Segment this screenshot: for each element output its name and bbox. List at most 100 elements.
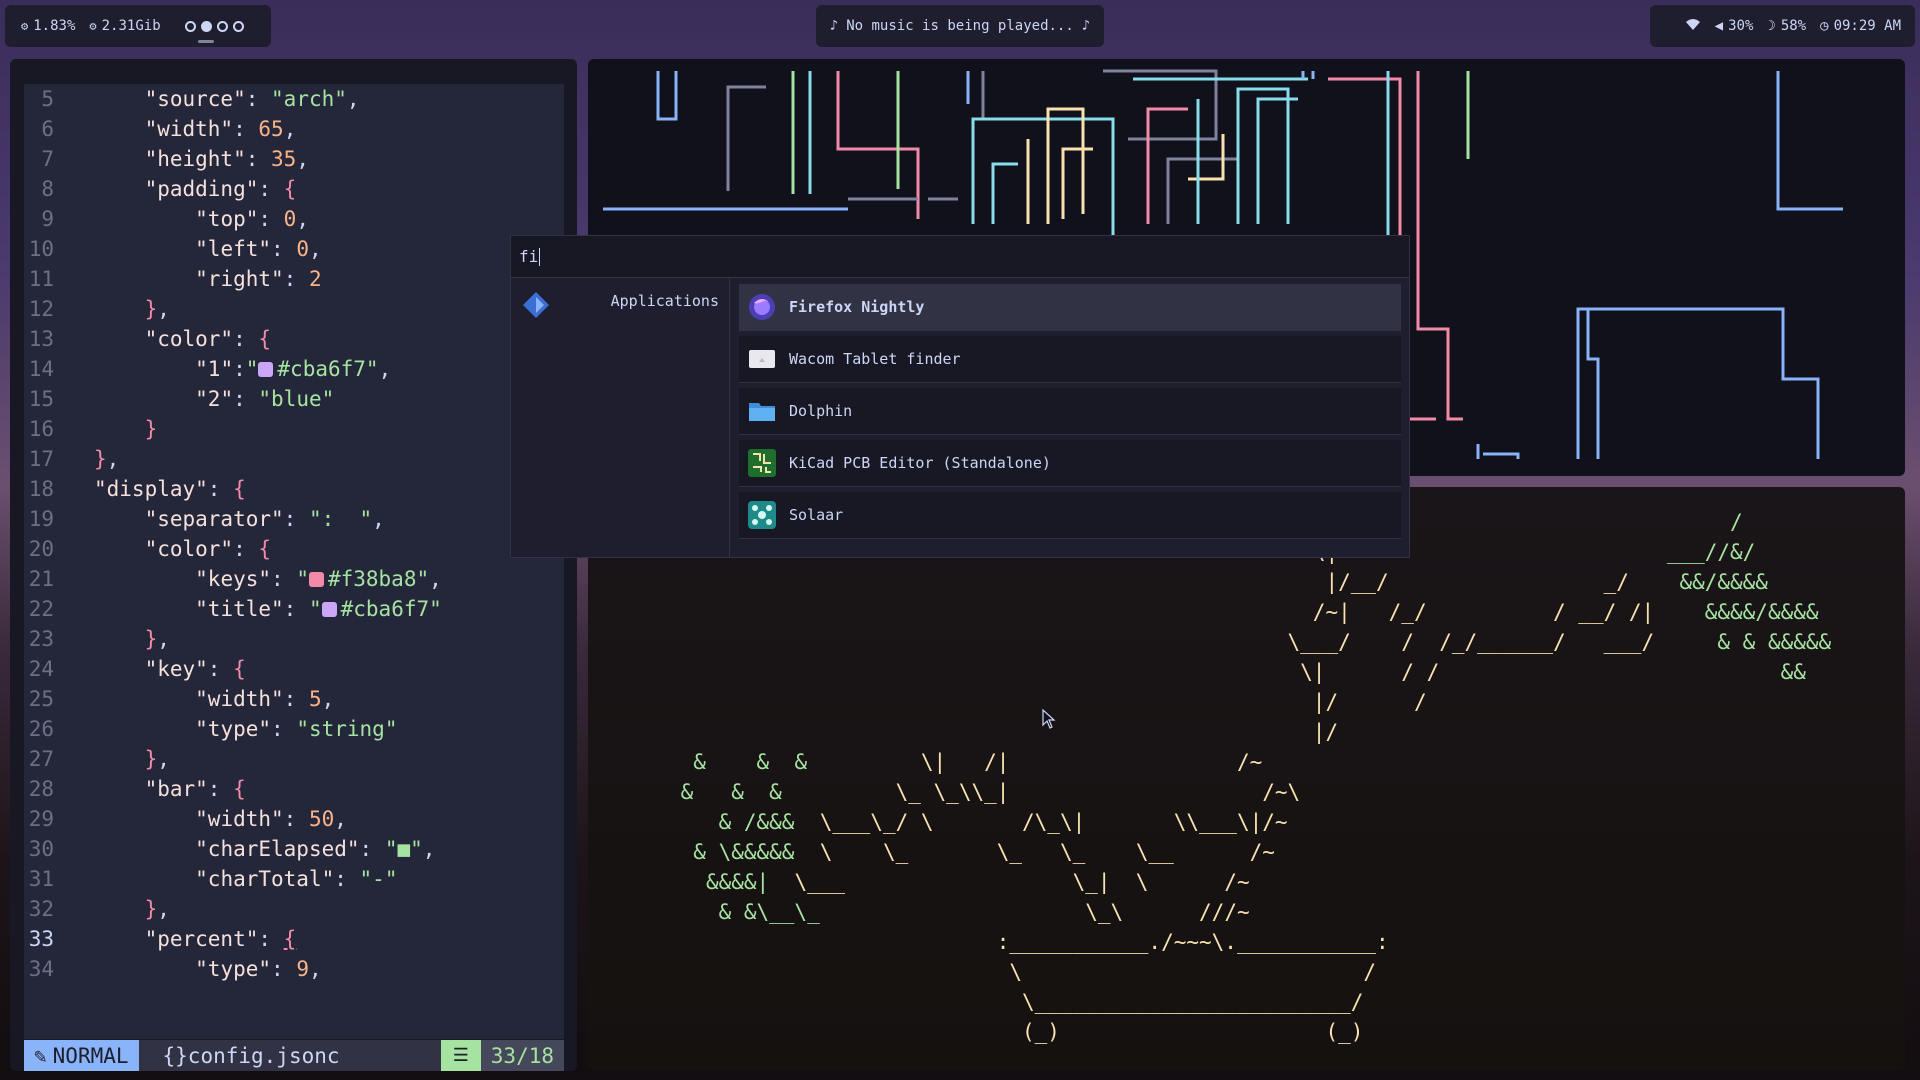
- brightness-value: 58%: [1780, 18, 1807, 34]
- category-panel: Applications: [511, 278, 730, 557]
- wifi-icon[interactable]: [1685, 18, 1701, 35]
- code-line[interactable]: 16 }: [24, 414, 564, 444]
- code-line[interactable]: 19 "separator": ": ",: [24, 504, 564, 534]
- line-number: 21: [28, 567, 54, 591]
- result-item[interactable]: Solaar: [739, 492, 1401, 539]
- search-input[interactable]: fi: [511, 236, 1409, 278]
- result-name: KiCad PCB Editor (Standalone): [789, 454, 1051, 472]
- line-number: 10: [28, 237, 54, 261]
- code-line[interactable]: 22 "title": " #cba6f7": [24, 594, 564, 624]
- code-line[interactable]: 24 "key": {: [24, 654, 564, 684]
- code-text: "width": 65,: [144, 117, 297, 141]
- applications-icon: [521, 290, 551, 324]
- code-line[interactable]: 25 "width": 5,: [24, 684, 564, 714]
- line-number: 33: [28, 927, 54, 951]
- bonsai-terminal[interactable]: / \| ___//&/ |/__/ _/ &&/&&&&: [588, 487, 1905, 1070]
- code-line[interactable]: 20 "color": {: [24, 534, 564, 564]
- code-line[interactable]: 15 "2": "blue": [24, 384, 564, 414]
- code-text: "keys": " #f38ba8",: [195, 567, 442, 591]
- line-number: 17: [28, 447, 54, 471]
- code-line[interactable]: 23 },: [24, 624, 564, 654]
- code-line[interactable]: 6 "width": 65,: [24, 114, 564, 144]
- line-number: 7: [41, 147, 54, 171]
- code-line[interactable]: 32 },: [24, 894, 564, 924]
- result-item[interactable]: Dolphin: [739, 388, 1401, 435]
- line-number: 20: [28, 537, 54, 561]
- clock-icon: ◷: [1820, 18, 1829, 34]
- code-text: "type": "string": [195, 717, 398, 741]
- code-text: "key": {: [144, 657, 246, 681]
- code-text: "color": {: [144, 537, 272, 561]
- code-line[interactable]: 14 "1":" #cba6f7",: [24, 354, 564, 384]
- code-line[interactable]: 27 },: [24, 744, 564, 774]
- line-number: 27: [28, 747, 54, 771]
- code-text: "display": {: [94, 477, 246, 501]
- code-line[interactable]: 29 "width": 50,: [24, 804, 564, 834]
- result-item[interactable]: KiCad PCB Editor (Standalone): [739, 440, 1401, 487]
- workspace-1[interactable]: [184, 20, 196, 32]
- line-number: 26: [28, 717, 54, 741]
- vim-icon: ✎: [34, 1043, 47, 1068]
- volume-stat[interactable]: ◀ 30%: [1715, 18, 1754, 34]
- code-line[interactable]: 7 "height": 35,: [24, 144, 564, 174]
- code-text: },: [144, 747, 170, 771]
- code-text: "source": "arch",: [144, 87, 360, 111]
- app-launcher[interactable]: fi Applications Firefox Nightly Wacom Tab…: [510, 235, 1410, 558]
- code-line[interactable]: 13 "color": {: [24, 324, 564, 354]
- workspace-3[interactable]: [216, 20, 228, 32]
- code-line[interactable]: 33 "percent": {: [24, 924, 564, 954]
- code-text: "percent": {: [144, 927, 297, 951]
- statusline: ✎ NORMAL {}config.jsonc ☰ 33/18: [24, 1040, 564, 1071]
- code-line[interactable]: 18 "display": {: [24, 474, 564, 504]
- code-line[interactable]: 10 "left": 0,: [24, 234, 564, 264]
- code-line[interactable]: 12 },: [24, 294, 564, 324]
- result-item[interactable]: Wacom Tablet finder: [739, 336, 1401, 383]
- music-status: No music is being played...: [846, 18, 1074, 34]
- editor-window[interactable]: 5 "source": "arch", 6 "width": 65, 7 "heig…: [10, 59, 577, 1071]
- code-line[interactable]: 11 "right": 2: [24, 264, 564, 294]
- code-text: },: [144, 297, 170, 321]
- workspace-2[interactable]: [200, 20, 212, 32]
- code-text: },: [144, 627, 170, 651]
- cpu-icon: ⚙: [21, 19, 29, 33]
- music-widget[interactable]: ♪ No music is being played... ♪: [816, 5, 1104, 47]
- code-text: "title": " #cba6f7": [195, 597, 442, 621]
- solaar-icon: [747, 500, 777, 530]
- line-number: 9: [41, 207, 54, 231]
- workspace-4[interactable]: [232, 20, 244, 32]
- line-number: 24: [28, 657, 54, 681]
- memory-icon: ⚙: [89, 19, 97, 33]
- kicad-icon: [747, 448, 777, 478]
- brightness-stat[interactable]: ☽ 58%: [1767, 18, 1806, 34]
- code-text: },: [144, 897, 170, 921]
- lines-icon: ☰: [440, 1040, 481, 1071]
- code-line[interactable]: 28 "bar": {: [24, 774, 564, 804]
- clock-time: 09:29 AM: [1833, 18, 1901, 34]
- result-name: Firefox Nightly: [789, 298, 925, 316]
- code-line[interactable]: 17},: [24, 444, 564, 474]
- code-line[interactable]: 8 "padding": {: [24, 174, 564, 204]
- wacom-icon: [747, 344, 777, 374]
- cpu-stat: ⚙ 1.83%: [21, 18, 75, 34]
- line-number: 34: [28, 957, 54, 981]
- code-text: "type": 9,: [195, 957, 322, 981]
- code-line[interactable]: 26 "type": "string": [24, 714, 564, 744]
- mode-indicator: ✎ NORMAL: [24, 1040, 139, 1071]
- code-view[interactable]: 5 "source": "arch", 6 "width": 65, 7 "heig…: [24, 84, 564, 1039]
- topbar-left: ⚙ 1.83% ⚙ 2.31Gib: [5, 5, 271, 47]
- mode-label: NORMAL: [52, 1043, 129, 1068]
- code-line[interactable]: 34 "type": 9,: [24, 954, 564, 984]
- search-query: fi: [519, 247, 539, 266]
- result-name: Wacom Tablet finder: [789, 350, 961, 368]
- code-line[interactable]: 5 "source": "arch",: [24, 84, 564, 114]
- line-number: 19: [28, 507, 54, 531]
- code-line[interactable]: 21 "keys": " #f38ba8",: [24, 564, 564, 594]
- line-number: 30: [28, 837, 54, 861]
- text-caret: [539, 247, 541, 266]
- code-line[interactable]: 31 "charTotal": "-": [24, 864, 564, 894]
- code-line[interactable]: 30 "charElapsed": "■",: [24, 834, 564, 864]
- mouse-cursor-icon: [1042, 709, 1056, 729]
- cpu-value: 1.83%: [33, 18, 76, 34]
- code-line[interactable]: 9 "top": 0,: [24, 204, 564, 234]
- result-item[interactable]: Firefox Nightly: [739, 284, 1401, 331]
